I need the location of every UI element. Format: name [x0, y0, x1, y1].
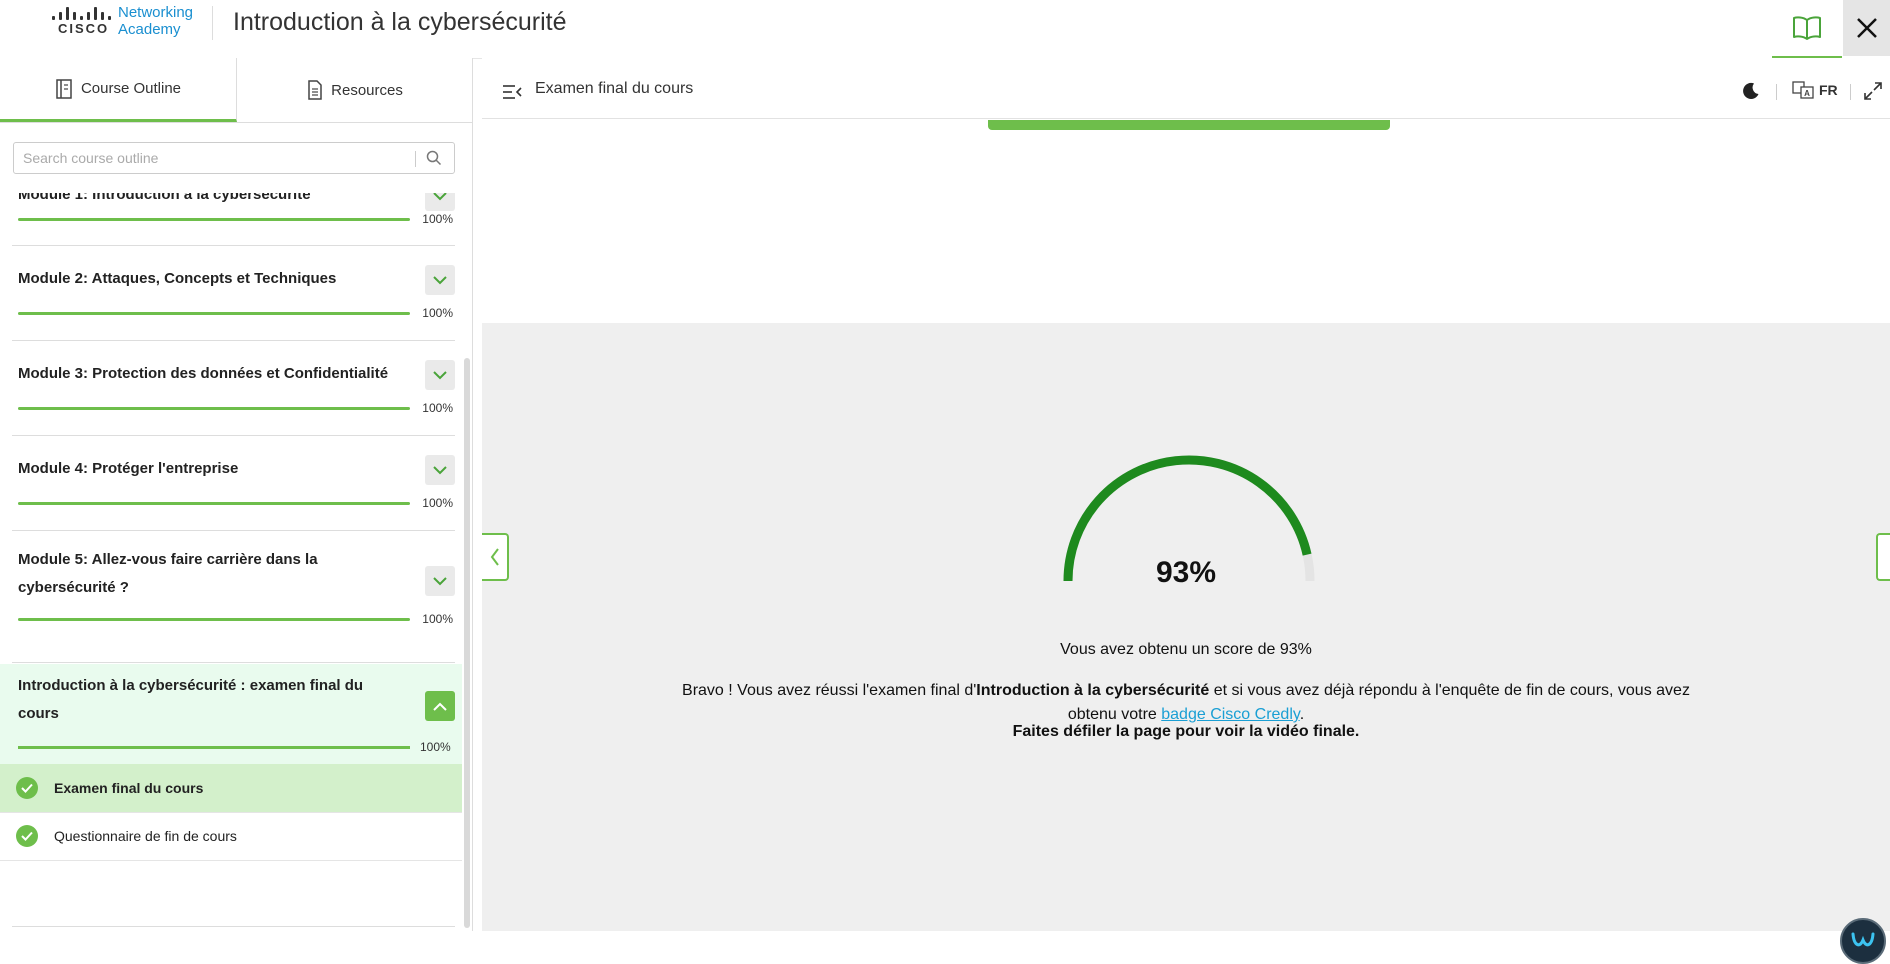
module-1-expand-button[interactable]	[425, 193, 455, 211]
module-2-progress: 100%	[422, 306, 453, 320]
chevron-up-icon	[433, 702, 447, 711]
module-3[interactable]: Module 3: Protection des données et Conf…	[12, 340, 455, 436]
module-3-expand-button[interactable]	[425, 360, 455, 390]
final-exam-progress: 100%	[420, 740, 451, 754]
chevron-down-icon	[433, 193, 447, 200]
module-1-progress-bar	[18, 218, 410, 221]
fullscreen-expand-icon[interactable]	[1864, 82, 1882, 100]
module-1-progress: 100%	[422, 212, 453, 226]
outline-divider	[12, 926, 455, 927]
score-value: 93%	[1155, 556, 1217, 589]
cisco-bars-icon	[52, 6, 111, 20]
logo-brand: CISCO	[58, 21, 110, 36]
main-content: Examen final du cours A FR 93% Vous avez…	[482, 58, 1890, 964]
search-input[interactable]	[21, 143, 415, 173]
next-page-button[interactable]	[1876, 533, 1890, 581]
module-3-progress: 100%	[422, 401, 453, 415]
module-5-expand-button[interactable]	[425, 566, 455, 596]
lesson-label: Examen final du cours	[54, 780, 204, 796]
module-4-progress: 100%	[422, 496, 453, 510]
final-exam-title: Introduction à la cybersécurité : examen…	[18, 677, 364, 722]
resources-document-icon	[308, 80, 322, 100]
lesson-item-end-questionnaire[interactable]: Questionnaire de fin de cours	[0, 812, 462, 861]
checkmark-icon	[16, 777, 38, 799]
close-icon	[1856, 18, 1877, 38]
module-5[interactable]: Module 5: Allez-vous faire carrière dans…	[12, 530, 455, 663]
module-4-progress-bar	[18, 502, 410, 505]
book-button[interactable]	[1772, 0, 1842, 59]
credly-badge-link[interactable]: badge Cisco Credly	[1161, 706, 1299, 723]
previous-page-button[interactable]	[482, 533, 509, 581]
header-divider	[1776, 84, 1777, 100]
score-text: Vous avez obtenu un score de 93%	[1060, 641, 1312, 658]
module-4-title: Module 4: Protéger l'entreprise	[18, 460, 239, 477]
module-5-progress-bar	[18, 618, 410, 621]
chevron-down-icon	[433, 576, 447, 585]
tab-course-outline[interactable]: Course Outline	[0, 58, 237, 122]
module-5-progress: 100%	[422, 612, 453, 626]
scroll-instruction: Faites défiler la page pour voir la vidé…	[1012, 723, 1360, 740]
module-2-progress-bar	[18, 312, 410, 315]
module-4-expand-button[interactable]	[425, 455, 455, 485]
course-name: Introduction à la cybersécurité	[976, 682, 1210, 699]
checkmark-icon	[16, 825, 38, 847]
exam-score-panel: 93% Vous avez obtenu un score de 93% Bra…	[482, 323, 1890, 964]
svg-text:A: A	[1804, 89, 1810, 98]
app-title: Introduction à la cybersécurité	[233, 8, 567, 36]
chevron-down-icon	[433, 275, 447, 284]
assistant-logo-icon	[1851, 932, 1875, 947]
course-outline-list: Module 1: Introduction à la cybersécurit…	[0, 193, 462, 931]
logo-academy-text: Networking Academy	[118, 4, 194, 38]
translate-icon: A	[1792, 81, 1814, 99]
final-exam-collapse-button[interactable]	[425, 691, 455, 721]
congratulations-message: Bravo ! Vous avez réussi l'examen final …	[672, 679, 1700, 727]
previous-section-button-edge[interactable]	[988, 120, 1390, 130]
content-page-title: Examen final du cours	[535, 80, 694, 97]
module-1-title: Module 1: Introduction à la cybersécurit…	[18, 193, 311, 203]
module-5-title: Module 5: Allez-vous faire carrière dans…	[18, 551, 318, 596]
module-2-title: Module 2: Attaques, Concepts et Techniqu…	[18, 270, 337, 287]
language-selector[interactable]: A FR	[1792, 81, 1838, 99]
open-book-icon	[1793, 16, 1821, 40]
collapse-menu-icon[interactable]	[502, 84, 522, 100]
assistant-chat-button[interactable]	[1840, 918, 1886, 964]
content-header: Examen final du cours A FR	[482, 66, 1890, 119]
module-3-progress-bar	[18, 407, 410, 410]
module-3-title: Module 3: Protection des données et Conf…	[18, 365, 389, 382]
search-divider	[415, 151, 416, 167]
lesson-item-final-exam[interactable]: Examen final du cours	[0, 764, 462, 813]
course-outline-icon	[56, 78, 72, 99]
chevron-down-icon	[433, 370, 447, 379]
final-exam-section[interactable]: Introduction à la cybersécurité : examen…	[0, 664, 462, 764]
module-2-expand-button[interactable]	[425, 265, 455, 295]
search-box	[13, 142, 455, 174]
bravo-prefix: Bravo ! Vous avez réussi l'examen final …	[682, 682, 977, 699]
sidebar-tabs: Course Outline Resources	[0, 58, 472, 123]
module-1[interactable]: Module 1: Introduction à la cybersécurit…	[12, 193, 455, 246]
lesson-label: Questionnaire de fin de cours	[54, 828, 237, 844]
cisco-networking-academy-logo[interactable]: CISCO Networking Academy	[52, 4, 202, 40]
chevron-left-icon	[490, 548, 499, 566]
course-sidebar: Course Outline Resources Module 1: Intro…	[0, 58, 473, 931]
language-code: FR	[1819, 82, 1838, 98]
tab-resources-label: Resources	[331, 81, 403, 99]
dark-mode-moon-icon[interactable]	[1742, 82, 1760, 100]
top-bar: CISCO Networking Academy Introduction à …	[0, 0, 1890, 59]
module-4[interactable]: Module 4: Protéger l'entreprise 100%	[12, 435, 455, 531]
header-divider	[212, 6, 213, 40]
tab-resources[interactable]: Resources	[237, 58, 472, 122]
search-icon[interactable]	[426, 150, 442, 166]
final-exam-progress-bar	[18, 746, 410, 749]
bravo-end: .	[1299, 706, 1305, 723]
tab-course-outline-label: Course Outline	[80, 80, 182, 97]
header-divider	[1850, 84, 1851, 100]
sidebar-scrollbar[interactable]	[464, 358, 470, 928]
chevron-down-icon	[433, 465, 447, 474]
close-button[interactable]	[1843, 0, 1890, 56]
module-2[interactable]: Module 2: Attaques, Concepts et Techniqu…	[12, 245, 455, 341]
